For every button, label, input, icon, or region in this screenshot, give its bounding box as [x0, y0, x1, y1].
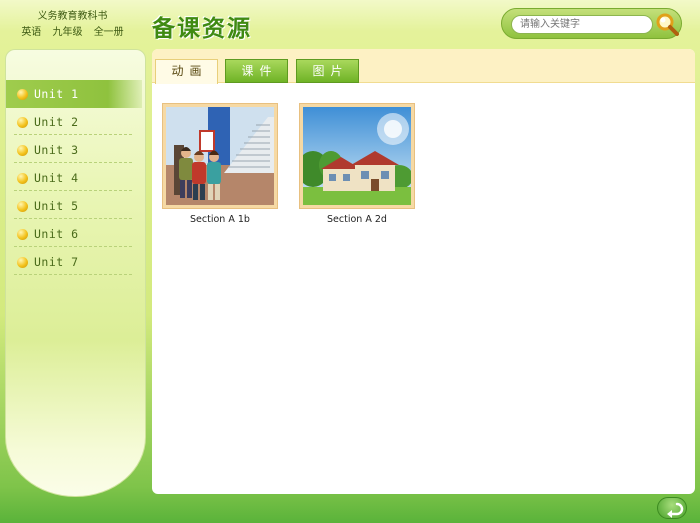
- book-info: 义务教育教科书 英语 九年级 全一册: [0, 9, 145, 41]
- sidebar-item-label: Unit 6: [34, 227, 79, 241]
- resource-thumbnail-frame: [299, 103, 415, 209]
- yellow-dot-icon: [17, 200, 28, 212]
- back-button[interactable]: [657, 497, 687, 519]
- sidebar-item-unit-7[interactable]: Unit 7: [6, 248, 142, 276]
- yellow-dot-icon: [17, 116, 28, 128]
- search-bar: [501, 8, 682, 39]
- sidebar-item-unit-3[interactable]: Unit 3: [6, 136, 142, 164]
- sidebar-item-unit-4[interactable]: Unit 4: [6, 164, 142, 192]
- resource-item[interactable]: Section A 2d: [299, 103, 415, 225]
- resource-caption: Section A 2d: [327, 214, 387, 225]
- sidebar-item-unit-1[interactable]: Unit 1: [6, 80, 142, 108]
- book-volume: 全一册: [93, 27, 124, 38]
- house-landscape-thumbnail: [303, 107, 411, 205]
- sidebar-item-label: Unit 4: [34, 171, 79, 185]
- book-subject: 英语: [21, 27, 42, 38]
- yellow-dot-icon: [17, 256, 28, 268]
- book-series-label: 义务教育教科书: [37, 11, 108, 22]
- resource-caption: Section A 1b: [190, 214, 250, 225]
- book-details: 英语 九年级 全一册: [0, 25, 145, 41]
- return-arrow-icon: [667, 502, 684, 518]
- page-title: 备课资源: [152, 16, 252, 42]
- sidebar-item-label: Unit 7: [34, 255, 79, 269]
- sidebar-item-label: Unit 5: [34, 199, 79, 213]
- magnifier-icon: [656, 13, 679, 36]
- sidebar-item-unit-6[interactable]: Unit 6: [6, 220, 142, 248]
- tab-bar: 动画 课件 图片: [152, 49, 695, 84]
- tab-pictures[interactable]: 图片: [296, 59, 359, 83]
- resource-panel: 动画 课件 图片 Section A 1b Section A 2d: [152, 49, 695, 494]
- sidebar-item-label: Unit 1: [34, 87, 79, 101]
- sidebar-item-unit-5[interactable]: Unit 5: [6, 192, 142, 220]
- search-input[interactable]: [511, 15, 653, 34]
- school-hallway-thumbnail: [166, 107, 274, 205]
- book-grade: 九年级: [52, 27, 83, 38]
- search-button[interactable]: [655, 12, 679, 36]
- yellow-dot-icon: [17, 228, 28, 240]
- sidebar-item-label: Unit 3: [34, 143, 79, 157]
- unit-sidebar: Unit 1 Unit 2 Unit 3 Unit 4 Unit 5 Unit …: [5, 49, 146, 497]
- sidebar-item-unit-2[interactable]: Unit 2: [6, 108, 142, 136]
- yellow-dot-icon: [17, 144, 28, 156]
- resource-thumbnail-frame: [162, 103, 278, 209]
- yellow-dot-icon: [17, 172, 28, 184]
- sidebar-item-label: Unit 2: [34, 115, 79, 129]
- unit-list: Unit 1 Unit 2 Unit 3 Unit 4 Unit 5 Unit …: [6, 80, 142, 276]
- tab-courseware[interactable]: 课件: [225, 59, 288, 83]
- resource-item[interactable]: Section A 1b: [162, 103, 278, 225]
- yellow-dot-icon: [17, 88, 28, 100]
- tab-animation[interactable]: 动画: [155, 59, 218, 84]
